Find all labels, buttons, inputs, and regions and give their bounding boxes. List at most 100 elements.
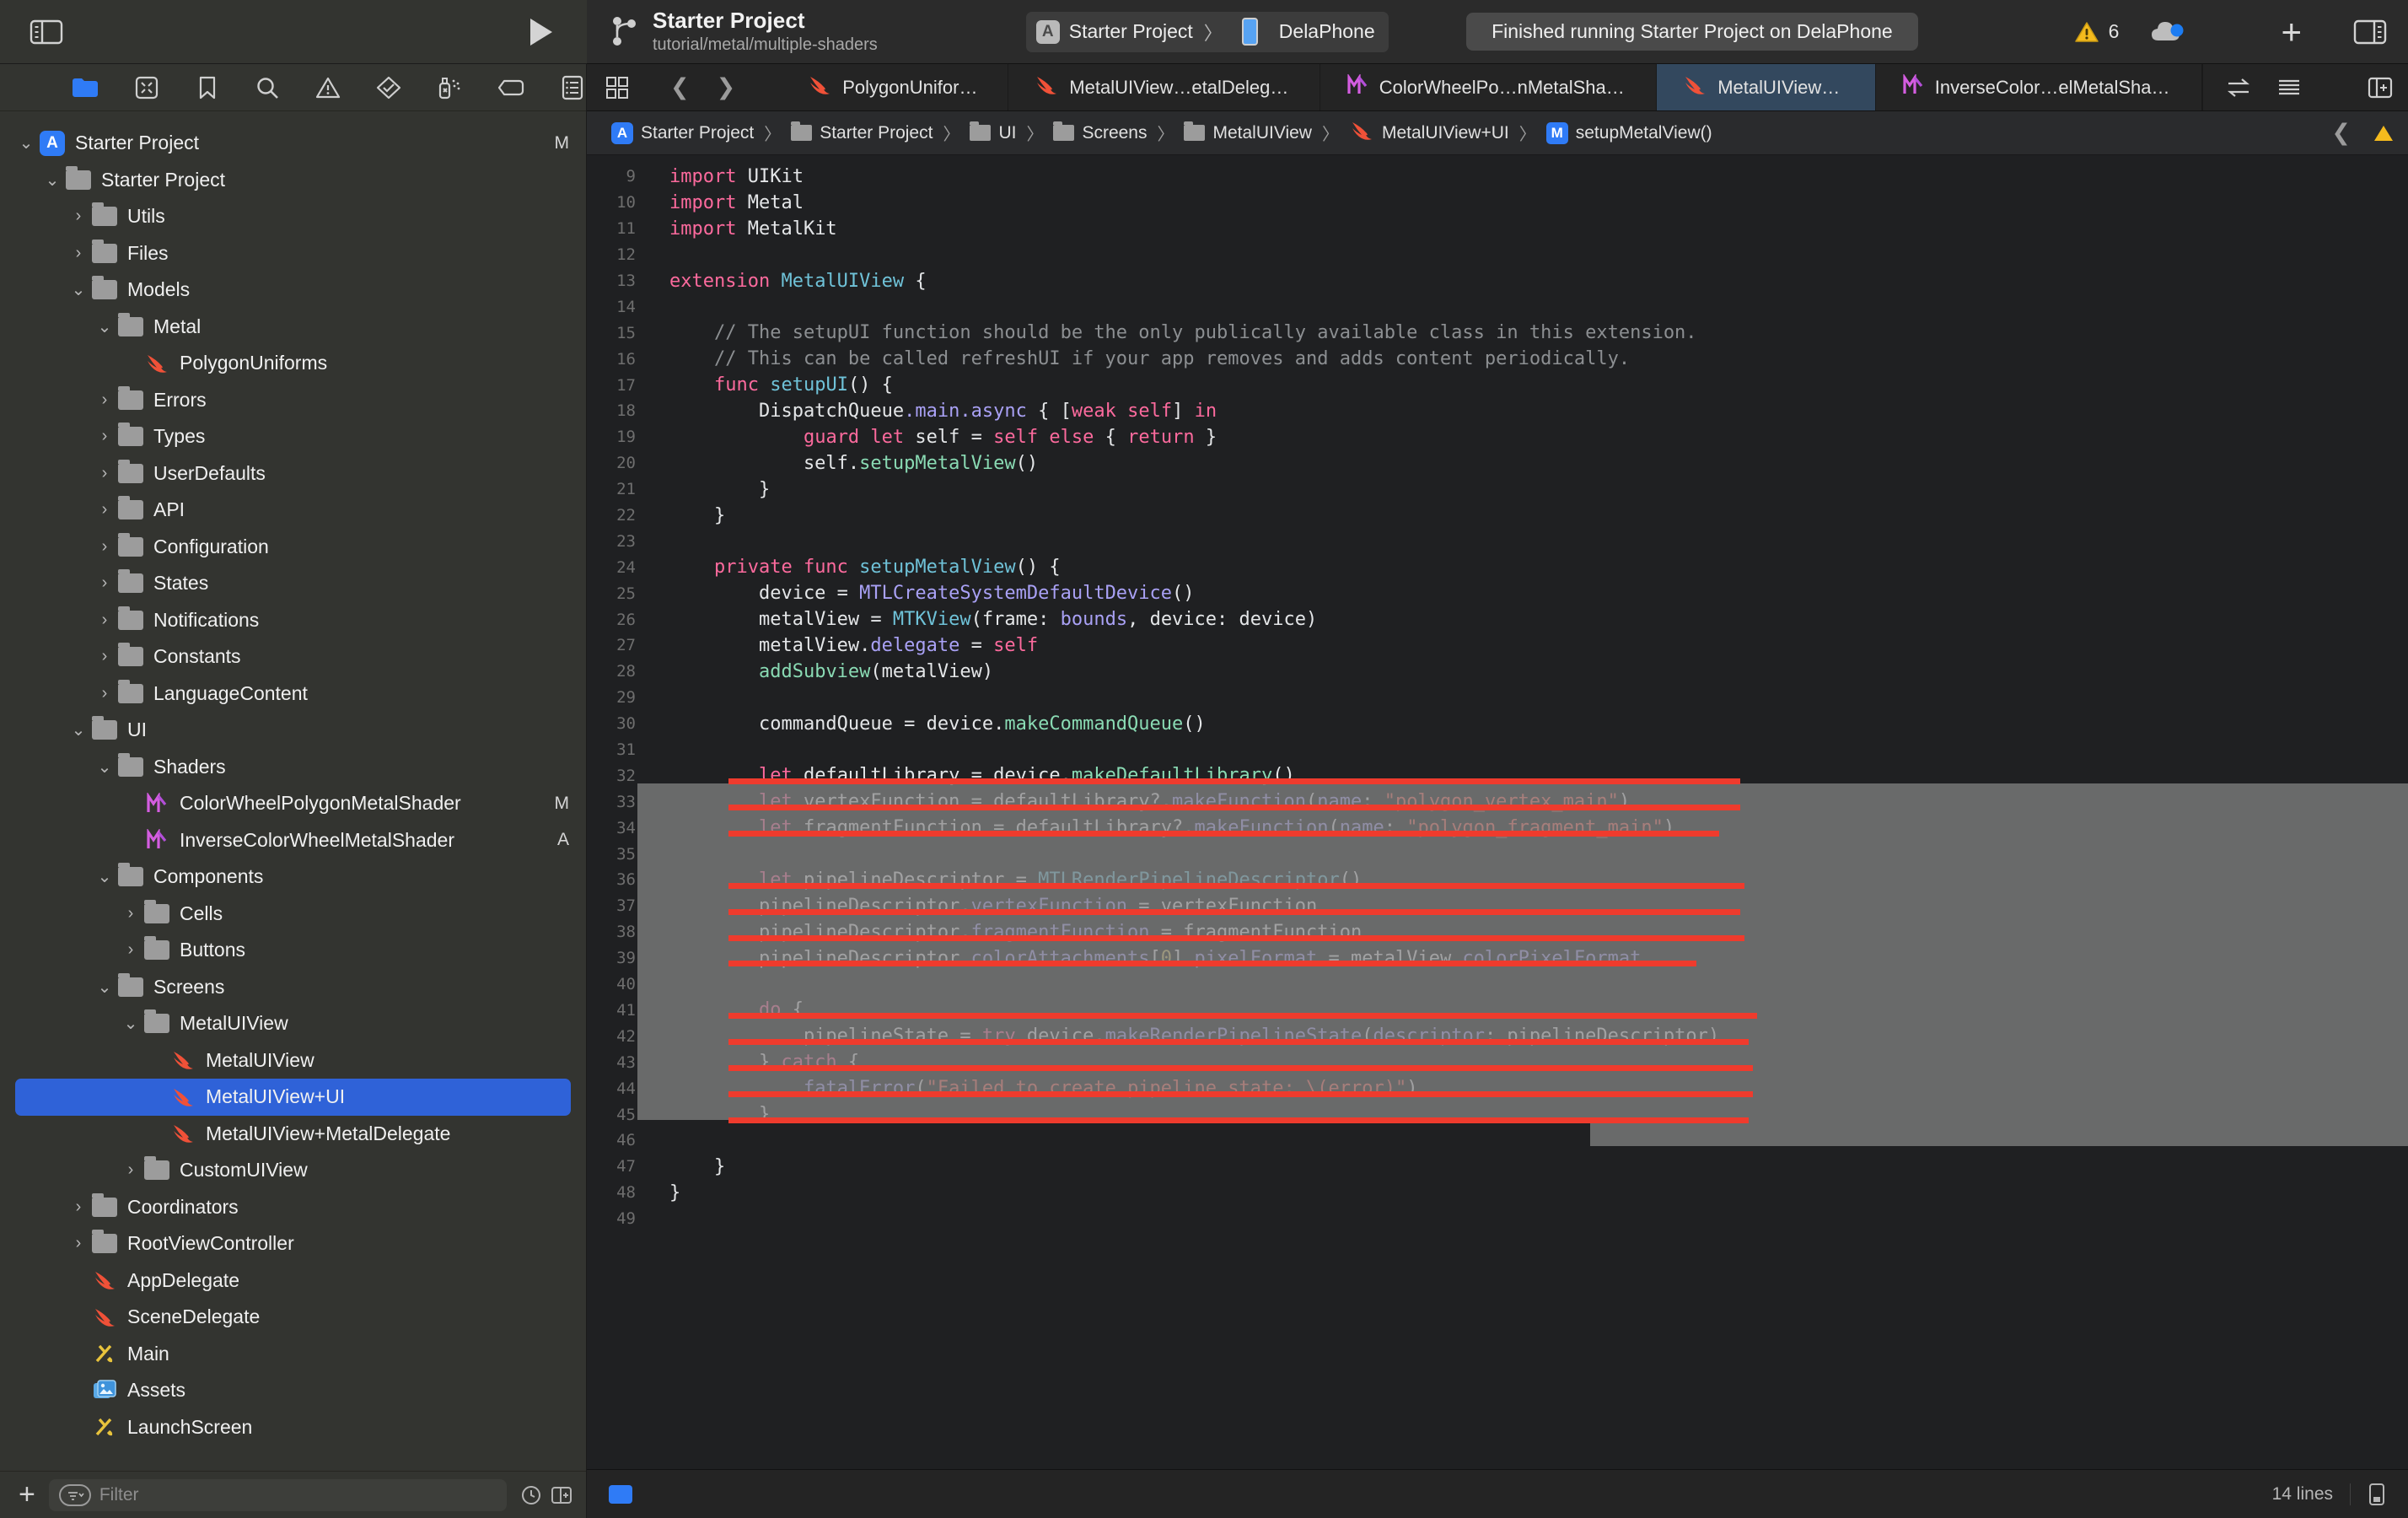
navigator-item[interactable]: ⌄ Screens [0,969,586,1006]
code-line[interactable]: 46 [587,1128,2408,1154]
chevron-right-icon[interactable]: › [94,500,116,519]
add-button[interactable]: + [2281,13,2302,50]
navigator-item[interactable]: Main [0,1336,586,1373]
chevron-right-icon[interactable]: › [94,464,116,483]
code-line[interactable]: 35 [587,841,2408,867]
chevron-right-icon[interactable]: › [94,537,116,557]
breadcrumb-item[interactable]: Screens [1049,121,1151,143]
navigator-item[interactable]: MetalUIView [0,1042,586,1079]
inspector-toggle-icon[interactable] [2352,18,2388,46]
navigator-item[interactable]: › Buttons [0,932,586,969]
navigator-item[interactable]: InverseColorWheelMetalShader A [0,822,586,859]
navigator-item[interactable]: › Types [0,418,586,455]
code-line[interactable]: 13 extension MetalUIView { [587,268,2408,294]
code-line[interactable]: 18 DispatchQueue.main.async { [weak self… [587,398,2408,424]
code-line[interactable]: 15 // The setupUI function should be the… [587,320,2408,346]
code-editor[interactable]: 9 import UIKit 10 import Metal 11 import Meta… [587,155,2408,1469]
editor-layout-grid-icon[interactable] [605,76,629,100]
code-line[interactable]: 41 do { [587,998,2408,1024]
chevron-right-icon[interactable]: › [67,244,89,263]
code-line[interactable]: 19 guard let self = self else { return } [587,424,2408,450]
breadcrumb-item[interactable]: Starter Project [787,121,937,143]
debug-spray-icon[interactable] [436,73,463,102]
code-line[interactable]: 16 // This can be called refreshUI if yo… [587,346,2408,372]
code-line[interactable]: 32 let defaultLibrary = device.makeDefau… [587,762,2408,789]
editor-tab[interactable]: ColorWheelPo…nMetalShader [1320,64,1658,110]
chevron-right-icon[interactable]: › [67,1198,89,1217]
chevron-right-icon[interactable]: › [94,573,116,593]
chevron-down-icon[interactable]: ⌄ [94,977,116,998]
breadcrumb-item[interactable]: MsetupMetalView() [1542,121,1717,144]
filter-input[interactable]: Filter [48,1478,507,1511]
code-line[interactable]: 42 pipelineState = try device.makeRender… [587,1023,2408,1049]
navigator-item[interactable]: ⌄ A Starter Project M [0,125,586,162]
navigator-item[interactable]: ⌄ UI [0,712,586,749]
navigator-item[interactable]: › Coordinators [0,1189,586,1226]
sidebar-toggle-icon[interactable] [29,18,64,46]
code-line[interactable]: 25 device = MTLCreateSystemDefaultDevice… [587,580,2408,606]
navigator-item[interactable]: ⌄ Metal [0,309,586,346]
navigator-item[interactable]: › RootViewController [0,1225,586,1262]
navigator-item[interactable]: › Files [0,235,586,272]
code-line[interactable]: 23 [587,528,2408,554]
chevron-right-icon[interactable]: › [120,940,142,960]
editor-tab[interactable]: PolygonUniforms [782,64,1009,110]
code-line[interactable]: 43 } catch { [587,1049,2408,1075]
navigator-item[interactable]: › Cells [0,896,586,933]
chevron-right-icon[interactable]: › [94,427,116,446]
warning-badge[interactable]: 6 [2074,20,2119,44]
code-line[interactable]: 48} [587,1180,2408,1206]
code-line[interactable]: 17 func setupUI() { [587,372,2408,398]
navigator-item[interactable]: › LanguageContent [0,676,586,713]
code-line[interactable]: 10 import Metal [587,190,2408,216]
navigator-item[interactable]: SceneDelegate [0,1299,586,1336]
code-line[interactable]: 21 } [587,476,2408,503]
code-line[interactable]: 36 let pipelineDescriptor = MTLRenderPip… [587,867,2408,893]
chevron-down-icon[interactable]: ⌄ [94,866,116,887]
chevron-right-icon[interactable]: › [94,390,116,410]
breadcrumb-item[interactable]: MetalUIView+UI [1345,120,1513,147]
code-line[interactable]: 27 metalView.delegate = self [587,632,2408,659]
chevron-down-icon[interactable]: ⌄ [15,132,37,153]
code-line[interactable]: 26 metalView = MTKView(frame: bounds, de… [587,606,2408,632]
code-line[interactable]: 29 [587,685,2408,711]
code-line[interactable]: 45 } [587,1101,2408,1128]
chevron-right-icon[interactable]: › [94,684,116,703]
navigator-item[interactable]: ⌄ Starter Project [0,162,586,199]
back-chevron-icon[interactable]: ❮ [660,74,700,100]
filter-scope-icon[interactable] [58,1483,91,1506]
search-icon[interactable] [255,73,282,102]
chevron-down-icon[interactable]: ⌄ [120,1013,142,1034]
navigator-item[interactable]: ⌄ Components [0,859,586,896]
test-diamond-icon[interactable] [375,73,402,102]
breadcrumb-item[interactable]: MetalUIView [1180,121,1316,143]
source-control-icon[interactable] [133,73,160,102]
code-line[interactable]: 44 fatalError("Failed to create pipeline… [587,1075,2408,1101]
chevron-right-icon[interactable]: › [67,207,89,226]
chevron-down-icon[interactable]: ⌄ [41,170,63,191]
editor-tab-active[interactable]: MetalUIView+UI [1657,64,1876,110]
code-line[interactable]: 20 self.setupMetalView() [587,450,2408,476]
code-line[interactable]: 47 } [587,1154,2408,1180]
chevron-down-icon[interactable]: ⌄ [67,719,89,740]
navigator-item[interactable]: ⌄ Models [0,272,586,309]
navigator-item[interactable]: › Configuration [0,529,586,566]
navigator-item[interactable]: › Utils [0,198,586,235]
project-branch-block[interactable]: Starter Project tutorial/metal/multiple-… [609,8,878,56]
code-line[interactable]: 49 [587,1206,2408,1232]
navigator-item[interactable]: › States [0,565,586,602]
code-line[interactable]: 14 [587,293,2408,320]
code-line[interactable]: 38 pipelineDescriptor.fragmentFunction =… [587,919,2408,945]
editor-tab[interactable]: InverseColor…elMetalShader [1876,64,2202,110]
chevron-right-icon[interactable]: › [120,1160,142,1180]
navigator-item[interactable]: › Notifications [0,602,586,639]
cloud-status-icon[interactable] [2147,17,2188,47]
code-line[interactable]: 11 import MetalKit [587,216,2408,242]
breadcrumb-back-icon[interactable]: ❮ [2321,120,2361,146]
code-line[interactable]: 30 commandQueue = device.makeCommandQueu… [587,711,2408,737]
navigator-item[interactable]: ⌄ Shaders [0,749,586,786]
navigator-item[interactable]: › UserDefaults [0,455,586,493]
chevron-down-icon[interactable]: ⌄ [94,756,116,778]
chevron-down-icon[interactable]: ⌄ [94,316,116,337]
code-line[interactable]: 31 [587,737,2408,763]
